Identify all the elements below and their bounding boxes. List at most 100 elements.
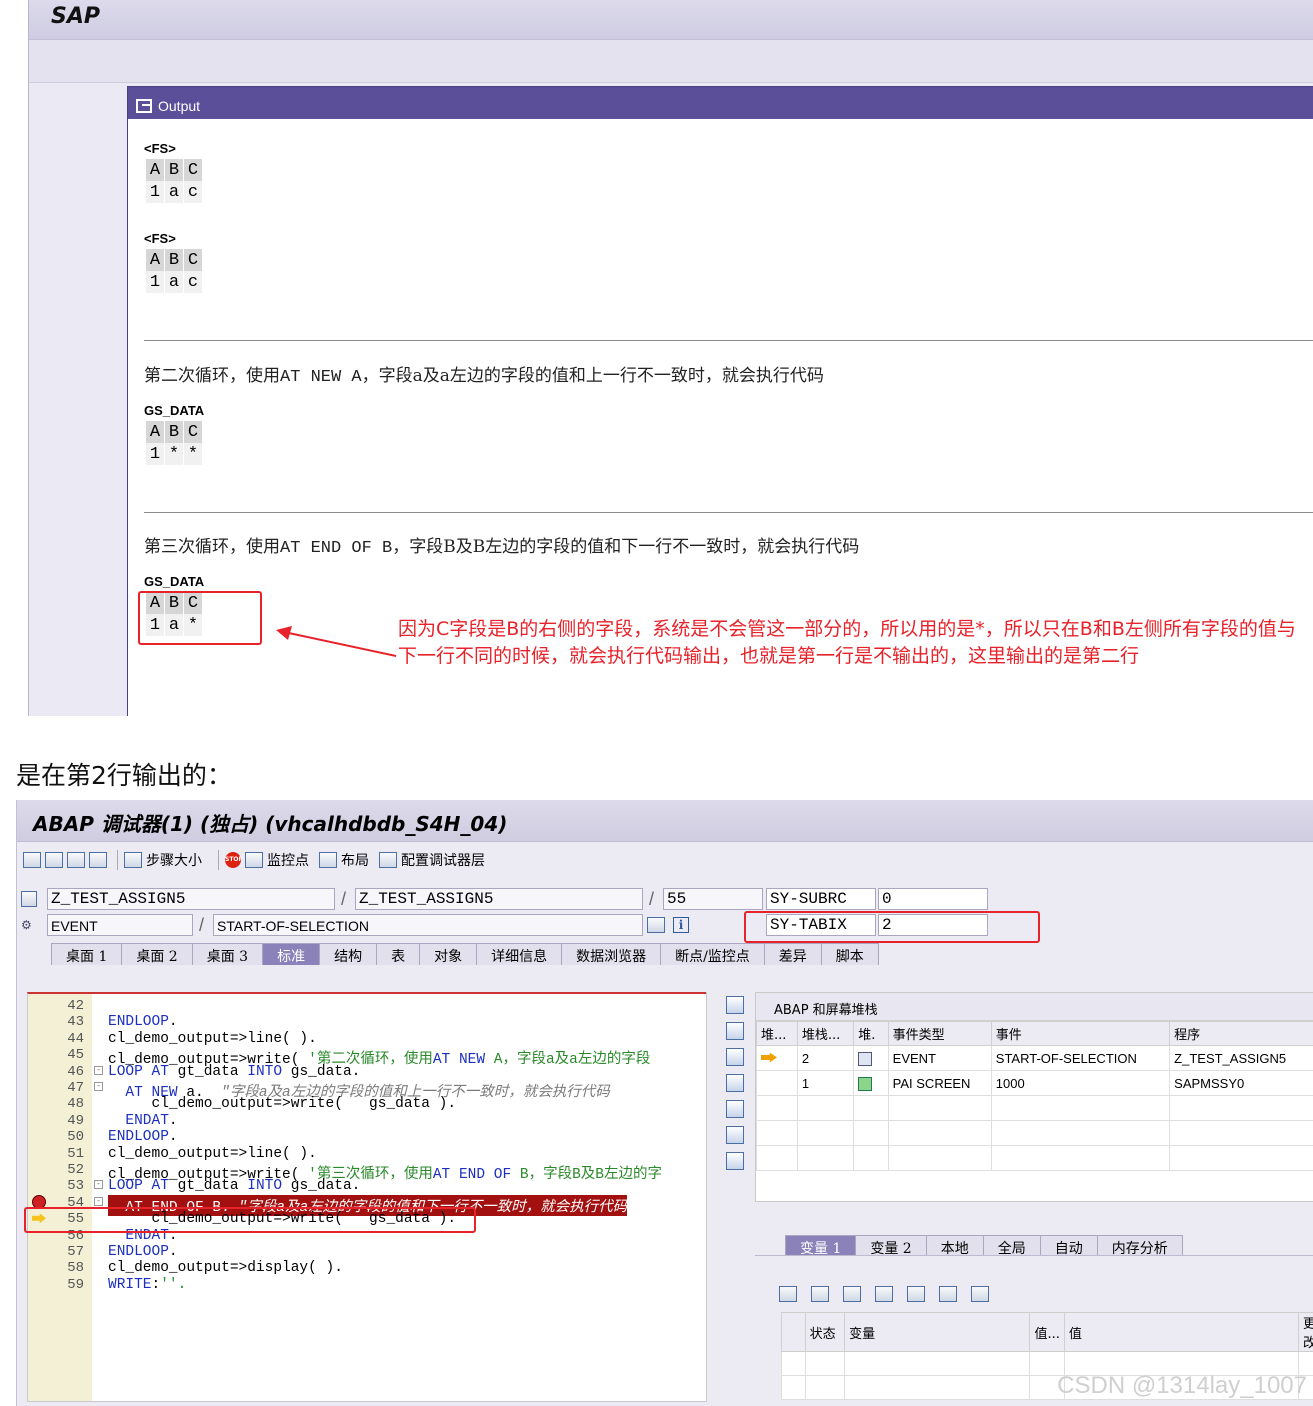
layout-label: 布局 — [341, 853, 369, 869]
code-line[interactable]: 45 cl_demo_output=>write( '第二次循环，使用AT NEW… — [28, 1047, 706, 1068]
layout-split-icon[interactable] — [726, 1100, 744, 1118]
column-header[interactable]: 程序 — [1169, 1021, 1313, 1046]
tab-locals[interactable]: 本地 — [925, 1235, 984, 1257]
code-line[interactable]: 58 cl_demo_output=>display( ). — [28, 1260, 706, 1276]
settings-icon[interactable] — [726, 1152, 744, 1170]
tab-auto[interactable]: 自动 — [1039, 1235, 1098, 1257]
code-line[interactable]: 57 ENDLOOP. — [28, 1244, 706, 1260]
column-header[interactable]: 堆. — [853, 1021, 889, 1046]
column-header[interactable]: 变量 — [844, 1312, 1031, 1352]
table-row[interactable]: 1 PAI SCREEN 1000 SAPMSSY0 — [756, 1070, 1313, 1096]
step-over-icon[interactable] — [45, 852, 63, 868]
tab-structure[interactable]: 结构 — [319, 943, 378, 965]
event-type-field[interactable]: EVENT — [47, 914, 193, 936]
tab-desktop-3[interactable]: 桌面 3 — [191, 943, 264, 965]
column-header[interactable]: 状态 — [804, 1312, 846, 1352]
column-header[interactable]: 事件 — [990, 1021, 1171, 1046]
column-header[interactable]: 更改 — [1297, 1312, 1313, 1352]
sap-left-panel — [29, 83, 127, 716]
caption: 是在第2行输出的： — [16, 761, 232, 790]
tab-desktop-1[interactable]: 桌面 1 — [51, 943, 123, 965]
import-icon[interactable] — [811, 1286, 829, 1302]
step-return-icon[interactable] — [67, 852, 85, 868]
tab-script[interactable]: 脚本 — [820, 943, 879, 965]
line-number: 47 — [67, 1080, 84, 1096]
fold-toggle-icon[interactable]: - — [94, 1196, 103, 1206]
services-icon[interactable] — [726, 1126, 744, 1144]
code-line[interactable]: 49 ENDAT. — [28, 1113, 706, 1129]
program-name: SAPMSSY0 — [1169, 1070, 1313, 1096]
code-line[interactable]: 43 ENDLOOP. — [28, 1014, 706, 1030]
step-into-icon[interactable] — [23, 852, 41, 868]
column-header[interactable]: 堆... — [756, 1021, 798, 1046]
column-header[interactable]: 值 — [1063, 1312, 1299, 1352]
code-line[interactable]: 52 cl_demo_output=>write( '第三次循环，使用AT END… — [28, 1162, 706, 1183]
event-row: ⚙ EVENT / START-OF-SELECTION i SY-TABIX … — [17, 914, 1313, 940]
cell: a — [165, 181, 184, 203]
watermark: CSDN @1314lay_1007 — [1057, 1372, 1307, 1399]
watchpoint-button[interactable]: STOP 监控点 — [225, 850, 309, 870]
step-size-button[interactable]: 步骤大小 — [124, 850, 202, 870]
output-title: Output — [158, 98, 201, 114]
code-line[interactable]: 44 cl_demo_output=>line( ). — [28, 1031, 706, 1047]
editor-scrollbar[interactable] — [706, 992, 722, 1402]
layout-icon[interactable] — [907, 1286, 925, 1302]
table-row[interactable]: 2 EVENT START-OF-SELECTION Z_TEST_ASSIGN… — [756, 1045, 1313, 1071]
event-field[interactable]: START-OF-SELECTION — [213, 914, 643, 936]
code-line[interactable]: 51 cl_demo_output=>line( ). — [28, 1146, 706, 1162]
para-text: ，字段a及a左边的字段的值和上一行不一致时，就会执行代码 — [361, 366, 824, 386]
tab-data-browser[interactable]: 数据浏览器 — [561, 943, 662, 965]
tab-details[interactable]: 详细信息 — [476, 943, 563, 965]
code-line[interactable]: 47- AT NEW a. "字段a及a左边的字段的值和上一行不一致时，就会执行… — [28, 1080, 706, 1101]
close-panel-icon[interactable] — [726, 996, 744, 1014]
source-code-editor[interactable]: 42 43 ENDLOOP. 44 cl_demo_output=>line( ). 45… — [27, 992, 707, 1402]
column-header[interactable]: 事件类型 — [887, 1021, 992, 1046]
tab-object[interactable]: 对象 — [419, 943, 478, 965]
column-header[interactable]: 堆栈... — [796, 1021, 855, 1046]
navigate-icon[interactable] — [939, 1286, 957, 1302]
include-field[interactable]: Z_TEST_ASSIGN5 — [355, 888, 643, 910]
cell: c — [184, 271, 203, 293]
filter-icon[interactable] — [875, 1286, 893, 1302]
para-text: ，字段B及B左边的字段的值和下一行不一致时，就会执行代码 — [392, 537, 860, 557]
annotation-text: 因为C字段是B的右侧的字段，系统是不会管这一部分的，所以用的是*，所以只在B和B… — [398, 618, 1296, 667]
line-number: 51 — [67, 1145, 84, 1162]
info-icon[interactable]: i — [673, 917, 689, 933]
column-header[interactable]: 值... — [1029, 1312, 1065, 1352]
cell: 1 — [146, 443, 165, 465]
fold-toggle-icon[interactable]: - — [94, 1082, 103, 1091]
tab-desktop-2[interactable]: 桌面 2 — [121, 943, 193, 965]
tab-memory[interactable]: 内存分析 — [1096, 1235, 1183, 1257]
tab-diff[interactable]: 差异 — [763, 943, 822, 965]
cell: * — [184, 443, 203, 465]
code-line[interactable]: 53- LOOP AT gt_data INTO gs_data. — [28, 1178, 706, 1194]
continue-icon[interactable] — [89, 852, 107, 868]
var-name-subrc[interactable]: SY-SUBRC — [766, 888, 876, 910]
config-layer-button[interactable]: 配置调试器层 — [379, 850, 485, 870]
fold-toggle-icon[interactable]: - — [94, 1065, 103, 1075]
settings-icon[interactable] — [971, 1286, 989, 1302]
tab-vars-2[interactable]: 变量 2 — [855, 1235, 927, 1257]
code-line[interactable]: 50 ENDLOOP. — [28, 1129, 706, 1145]
para-text: 第二次循环，使用 — [144, 366, 280, 386]
tree-icon[interactable] — [647, 917, 665, 933]
line-field[interactable]: 55 — [663, 888, 763, 910]
tab-globals[interactable]: 全局 — [982, 1235, 1041, 1257]
swap-tool-icon[interactable] — [726, 1048, 744, 1066]
var-value-subrc[interactable]: 0 — [878, 888, 988, 910]
delete-icon[interactable] — [779, 1286, 797, 1302]
tab-vars-1[interactable]: 变量 1 — [785, 1235, 857, 1257]
program-field[interactable]: Z_TEST_ASSIGN5 — [47, 888, 335, 910]
tab-table[interactable]: 表 — [376, 943, 421, 965]
tab-breakpoints[interactable]: 断点/监控点 — [660, 943, 765, 965]
code-line[interactable]: 42 — [28, 998, 706, 1014]
layout-button[interactable]: 布局 — [319, 850, 369, 870]
fold-toggle-icon[interactable]: - — [94, 1180, 103, 1190]
code-line[interactable]: 48 cl_demo_output=>write( gs_data ). — [28, 1096, 706, 1112]
code-line[interactable]: 46- LOOP AT gt_data INTO gs_data. — [28, 1064, 706, 1080]
tab-standard[interactable]: 标准 — [262, 943, 321, 965]
code-line[interactable]: 59 WRITE:''. — [28, 1277, 706, 1293]
export-icon[interactable] — [843, 1286, 861, 1302]
maximize-icon[interactable] — [726, 1074, 744, 1092]
new-tool-icon[interactable] — [726, 1022, 744, 1040]
